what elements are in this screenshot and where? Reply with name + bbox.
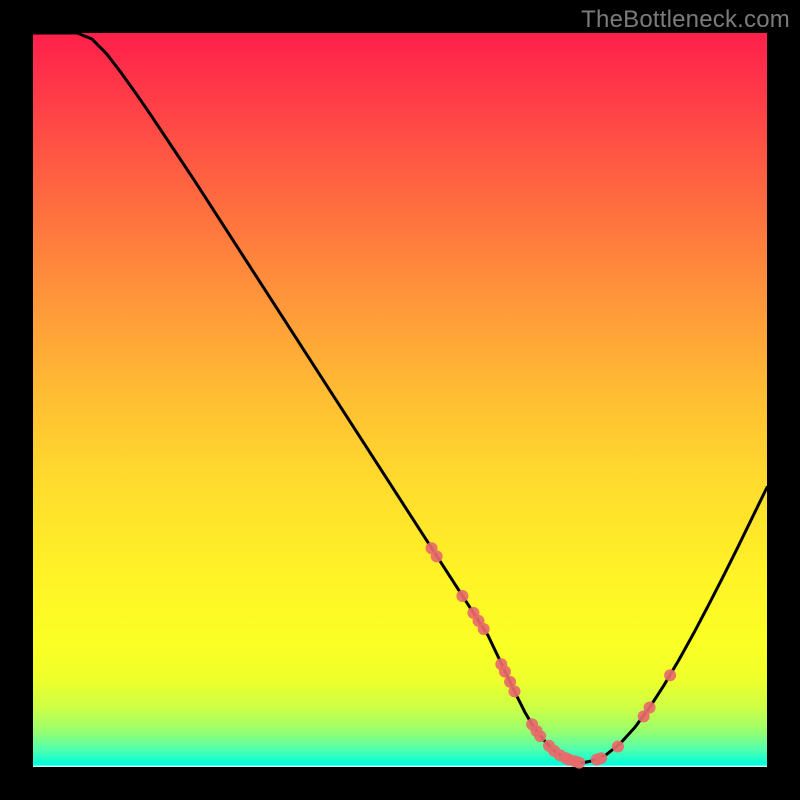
chart-stage: TheBottleneck.com	[0, 0, 800, 800]
data-marker	[509, 685, 521, 697]
watermark-text: TheBottleneck.com	[581, 6, 790, 34]
data-marker	[595, 752, 607, 764]
chart-plot-area	[33, 33, 767, 767]
data-marker	[478, 623, 490, 635]
bottleneck-curve	[33, 33, 767, 763]
data-marker	[644, 702, 656, 714]
data-marker	[431, 550, 443, 562]
data-marker	[456, 590, 468, 602]
data-marker	[664, 669, 676, 681]
data-marker	[573, 757, 585, 769]
chart-svg	[33, 33, 767, 767]
data-marker	[534, 730, 546, 742]
data-marker	[612, 740, 624, 752]
data-marker	[499, 666, 511, 678]
